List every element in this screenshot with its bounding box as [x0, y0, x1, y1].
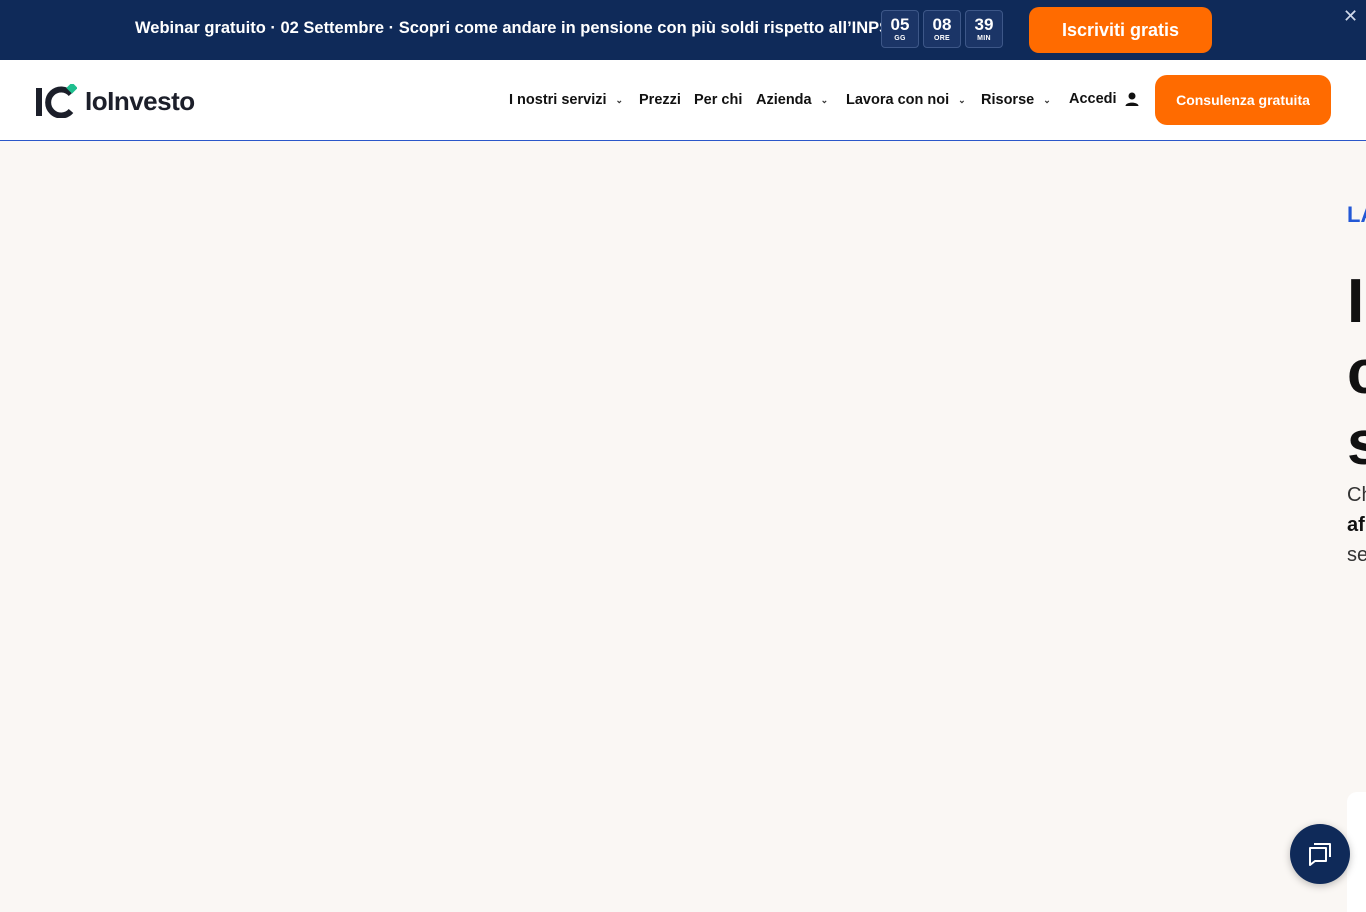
nav-item-label: Lavora con noi: [846, 92, 950, 108]
chevron-down-icon: ⌄: [958, 94, 966, 105]
banner-text: Webinar gratuito · 02 Settembre · Scopri…: [135, 19, 895, 37]
nav-item-per-chi[interactable]: Per chi: [694, 92, 742, 108]
hero-title: I c s: [1347, 267, 1366, 478]
logo-text: IoInvesto: [85, 85, 195, 116]
nav-item-azienda[interactable]: Azienda ⌄: [756, 92, 828, 108]
hero-subtitle: Ch af se: [1347, 480, 1366, 570]
login-link[interactable]: Accedi: [1069, 91, 1140, 107]
chat-icon: [1309, 843, 1331, 866]
nav-item-label: I nostri servizi: [509, 92, 607, 108]
site-header: IoInvesto I nostri servizi ⌄ Prezzi Per …: [0, 60, 1366, 141]
webinar-signup-button[interactable]: Iscriviti gratis: [1029, 7, 1212, 53]
nav-item-label: Risorse: [981, 92, 1035, 108]
nav-item-risorse[interactable]: Risorse ⌄: [981, 92, 1051, 108]
logo-mark-icon: [36, 84, 77, 118]
consultation-button[interactable]: Consulenza gratuita: [1155, 75, 1331, 125]
chat-button[interactable]: [1290, 824, 1350, 884]
nav-item-prezzi[interactable]: Prezzi: [639, 92, 681, 108]
user-icon: [1125, 92, 1139, 106]
hero-subtitle-bold: af: [1347, 514, 1365, 536]
logo[interactable]: IoInvesto: [35, 84, 195, 118]
countdown-unit: MIN: [977, 35, 991, 42]
nav-item-lavora[interactable]: Lavora con noi ⌄: [846, 92, 966, 108]
nav-item-servizi[interactable]: I nostri servizi ⌄: [509, 92, 623, 108]
countdown-hours: 08 ORE: [923, 10, 961, 48]
close-icon[interactable]: ✕: [1343, 6, 1358, 27]
promo-banner: Webinar gratuito · 02 Settembre · Scopri…: [0, 0, 1366, 60]
nav-item-label: Prezzi: [639, 92, 681, 108]
countdown-minutes: 39 MIN: [965, 10, 1003, 48]
countdown-value: 05: [890, 15, 910, 34]
countdown: 05 GG 08 ORE 39 MIN: [881, 10, 1003, 48]
hero-subtitle-end: se: [1347, 544, 1366, 566]
login-label: Accedi: [1069, 91, 1117, 107]
countdown-unit: GG: [894, 35, 906, 42]
chevron-down-icon: ⌄: [1043, 94, 1051, 105]
hero-subtitle-start: Ch: [1347, 484, 1366, 506]
countdown-unit: ORE: [933, 35, 951, 42]
hero-eyebrow: LA IN: [1347, 202, 1366, 227]
nav-item-label: Azienda: [756, 92, 812, 108]
chevron-down-icon: ⌄: [615, 94, 624, 105]
nav-item-label: Per chi: [694, 92, 743, 108]
countdown-value: 39: [974, 15, 994, 34]
countdown-value: 08: [932, 15, 952, 34]
countdown-days: 05 GG: [881, 10, 919, 48]
chevron-down-icon: ⌄: [820, 94, 829, 105]
